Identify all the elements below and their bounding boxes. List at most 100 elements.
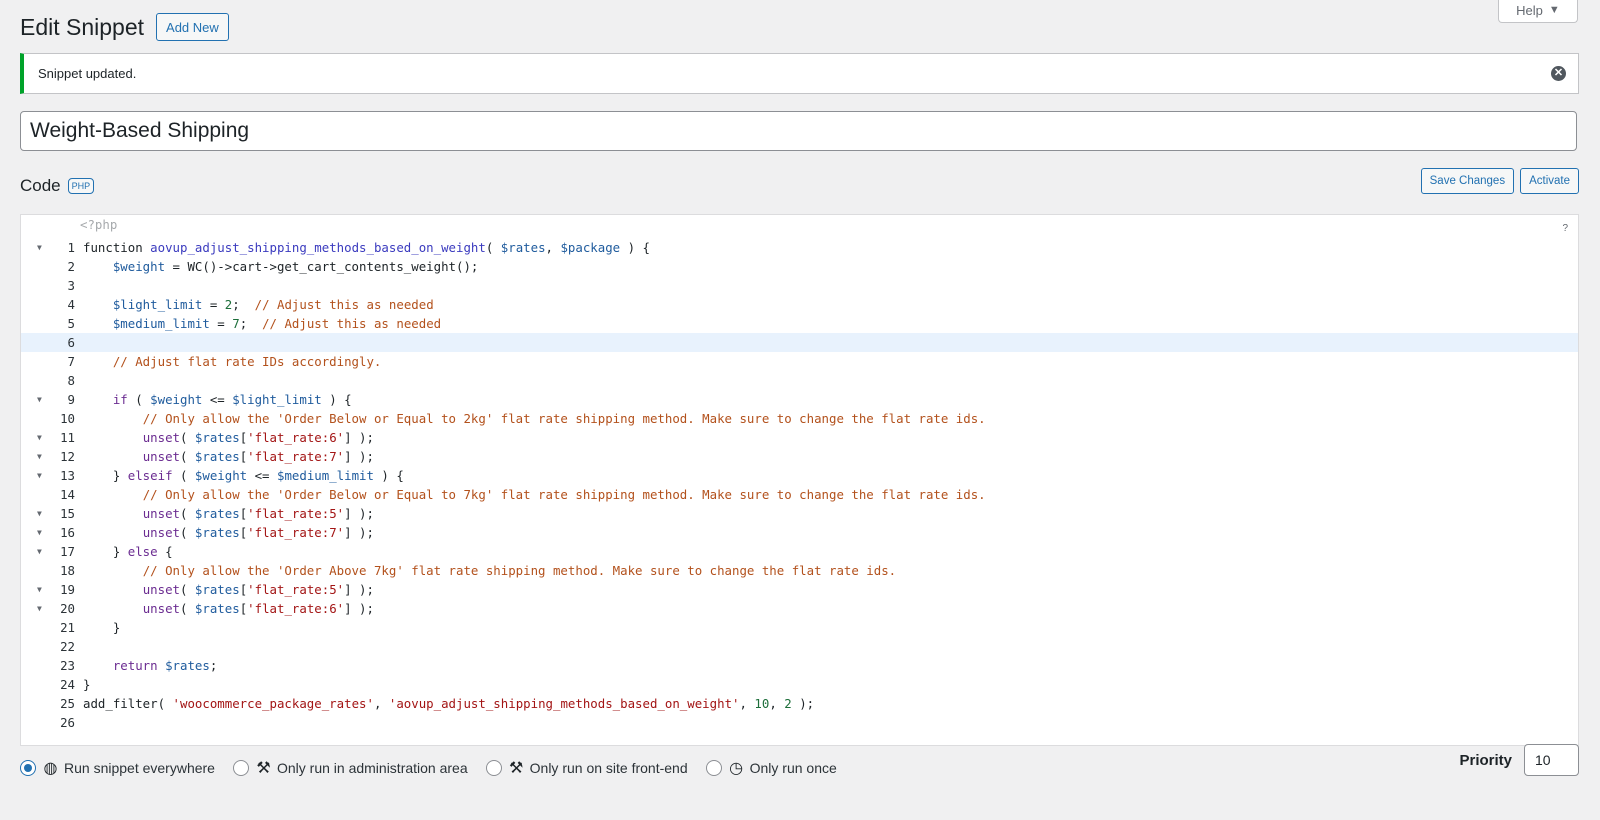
line-code: } else { [83, 544, 173, 559]
code-line[interactable]: 18 // Only allow the 'Order Above 7kg' f… [21, 561, 1578, 580]
code-line[interactable]: 3 [21, 276, 1578, 295]
fold-toggle-icon[interactable]: ▼ [37, 447, 47, 466]
code-line[interactable]: 22 [21, 637, 1578, 656]
line-code: } elseif ( $weight <= $medium_limit ) { [83, 468, 404, 483]
activate-button[interactable]: Activate [1520, 168, 1579, 194]
fold-toggle-icon[interactable]: ▼ [37, 599, 47, 618]
code-line[interactable]: ▼ 12 unset( $rates['flat_rate:7'] ); [21, 447, 1578, 466]
run-option-radio[interactable] [20, 760, 36, 776]
line-number: 26 [60, 715, 75, 730]
priority-label: Priority [1459, 751, 1512, 769]
language-badge: PHP [67, 178, 95, 194]
code-actions: Save Changes Activate [1420, 168, 1579, 194]
run-scope-options: ◍ Run snippet everywhere ⚒ Only run in admi… [20, 758, 855, 778]
code-line[interactable]: ▼ 9 if ( $weight <= $light_limit ) { [21, 390, 1578, 409]
line-number: 13 [60, 468, 75, 483]
line-number: 18 [60, 563, 75, 578]
line-code: return $rates; [112, 658, 218, 673]
fold-toggle-icon[interactable]: ▼ [37, 390, 47, 409]
line-code: } [83, 677, 91, 692]
line-number: 9 [67, 392, 75, 407]
code-editor[interactable]: <?php ? ▼ 1 function aovup_adjust_shipping… [20, 214, 1579, 746]
line-number: 2 [67, 259, 75, 274]
code-line[interactable]: ▼ 19 unset( $rates['flat_rate:5'] ); [21, 580, 1578, 599]
line-number: 25 [60, 696, 75, 711]
code-label: Code [20, 176, 61, 195]
line-number: 8 [67, 373, 75, 388]
save-changes-button[interactable]: Save Changes [1420, 168, 1515, 194]
run-option[interactable]: ◷ Only run once [705, 758, 837, 778]
run-option-radio[interactable] [232, 760, 249, 776]
run-option[interactable]: ◍ Run snippet everywhere [20, 758, 215, 778]
line-code: function aovup_adjust_shipping_methods_b… [83, 240, 650, 255]
line-code: unset( $rates['flat_rate:6'] ); [142, 601, 374, 616]
fold-toggle-icon[interactable]: ▼ [37, 542, 47, 561]
add-new-button[interactable]: Add New [156, 13, 229, 41]
run-option-radio[interactable] [485, 760, 502, 776]
code-line[interactable]: ▼ 11 unset( $rates['flat_rate:6'] ); [21, 428, 1578, 447]
code-line[interactable]: 21 } [21, 618, 1578, 637]
line-number: 19 [60, 582, 75, 597]
help-tab[interactable]: Help ▼ [1498, 0, 1578, 23]
code-line[interactable]: ▼ 13 } elseif ( $weight <= $medium_limit … [21, 466, 1578, 485]
code-line[interactable]: 2 $weight = WC()->cart->get_cart_content… [21, 257, 1578, 276]
editor-help-icon[interactable]: ? [1562, 223, 1568, 234]
code-line[interactable]: ▼ 20 unset( $rates['flat_rate:6'] ); [21, 599, 1578, 618]
line-code: unset( $rates['flat_rate:6'] ); [142, 430, 374, 445]
code-line[interactable]: 4 $light_limit = 2; // Adjust this as ne… [21, 295, 1578, 314]
line-code: // Only allow the 'Order Below or Equal … [142, 487, 986, 502]
line-code: $light_limit = 2; // Adjust this as need… [112, 297, 434, 312]
run-option-label: Run snippet everywhere [64, 760, 215, 776]
code-line[interactable]: ▼ 17 } else { [21, 542, 1578, 561]
fold-toggle-icon[interactable]: ▼ [37, 504, 47, 523]
line-code: unset( $rates['flat_rate:7'] ); [142, 449, 374, 464]
code-line[interactable]: 25 add_filter( 'woocommerce_package_rates… [21, 694, 1578, 713]
code-line[interactable]: 8 [21, 371, 1578, 390]
fold-toggle-icon[interactable]: ▼ [37, 466, 47, 485]
line-number: 17 [60, 544, 75, 559]
line-code: // Only allow the 'Order Above 7kg' flat… [142, 563, 897, 578]
dismiss-icon[interactable]: ✕ [1551, 66, 1566, 81]
line-number: 23 [60, 658, 75, 673]
line-number: 5 [67, 316, 75, 331]
fold-toggle-icon[interactable]: ▼ [37, 580, 47, 599]
line-number: 14 [60, 487, 75, 502]
fold-toggle-icon[interactable]: ▼ [37, 428, 47, 447]
code-line[interactable]: ▼ 1 function aovup_adjust_shipping_methods… [21, 238, 1578, 257]
snippet-name-input[interactable]: Weight-Based Shipping [20, 111, 1577, 151]
code-line[interactable]: 26 [21, 713, 1578, 732]
run-option[interactable]: ⚒ Only run on site front-end [485, 758, 688, 778]
priority-input[interactable]: 10 [1524, 744, 1579, 776]
code-line[interactable]: 23 return $rates; [21, 656, 1578, 675]
success-notice: Snippet updated. ✕ [20, 53, 1579, 94]
code-line[interactable]: 6 [21, 333, 1578, 352]
code-lines: ▼ 1 function aovup_adjust_shipping_methods… [21, 238, 1578, 732]
code-line[interactable]: 7 // Adjust flat rate IDs accordingly. [21, 352, 1578, 371]
run-option-radio[interactable] [705, 760, 722, 776]
run-option-label: Only run on site front-end [529, 760, 688, 776]
line-code: // Adjust flat rate IDs accordingly. [112, 354, 382, 369]
run-option[interactable]: ⚒ Only run in administration area [232, 758, 468, 778]
fold-toggle-icon[interactable]: ▼ [37, 238, 47, 257]
code-line[interactable]: 14 // Only allow the 'Order Below or Equ… [21, 485, 1578, 504]
fold-toggle-icon[interactable]: ▼ [37, 523, 47, 542]
line-code: unset( $rates['flat_rate:5'] ); [142, 582, 374, 597]
line-number: 16 [60, 525, 75, 540]
code-line[interactable]: 24} [21, 675, 1578, 694]
code-line[interactable]: 10 // Only allow the 'Order Below or Equ… [21, 409, 1578, 428]
page-title: Edit Snippet [20, 13, 145, 40]
php-open-tag: <?php [80, 217, 118, 232]
globe-icon: ◍ [43, 760, 58, 777]
line-code: } [83, 620, 121, 635]
code-section-label: Code PHP [20, 176, 95, 196]
help-label: Help [1516, 2, 1543, 18]
code-line[interactable]: ▼ 15 unset( $rates['flat_rate:5'] ); [21, 504, 1578, 523]
line-code: unset( $rates['flat_rate:5'] ); [142, 506, 374, 521]
line-number: 3 [67, 278, 75, 293]
line-number: 22 [60, 639, 75, 654]
code-line[interactable]: 5 $medium_limit = 7; // Adjust this as n… [21, 314, 1578, 333]
code-line[interactable]: ▼ 16 unset( $rates['flat_rate:7'] ); [21, 523, 1578, 542]
line-number: 10 [60, 411, 75, 426]
caret-down-icon: ▼ [1548, 4, 1560, 16]
line-code: add_filter( 'woocommerce_package_rates',… [83, 696, 815, 711]
